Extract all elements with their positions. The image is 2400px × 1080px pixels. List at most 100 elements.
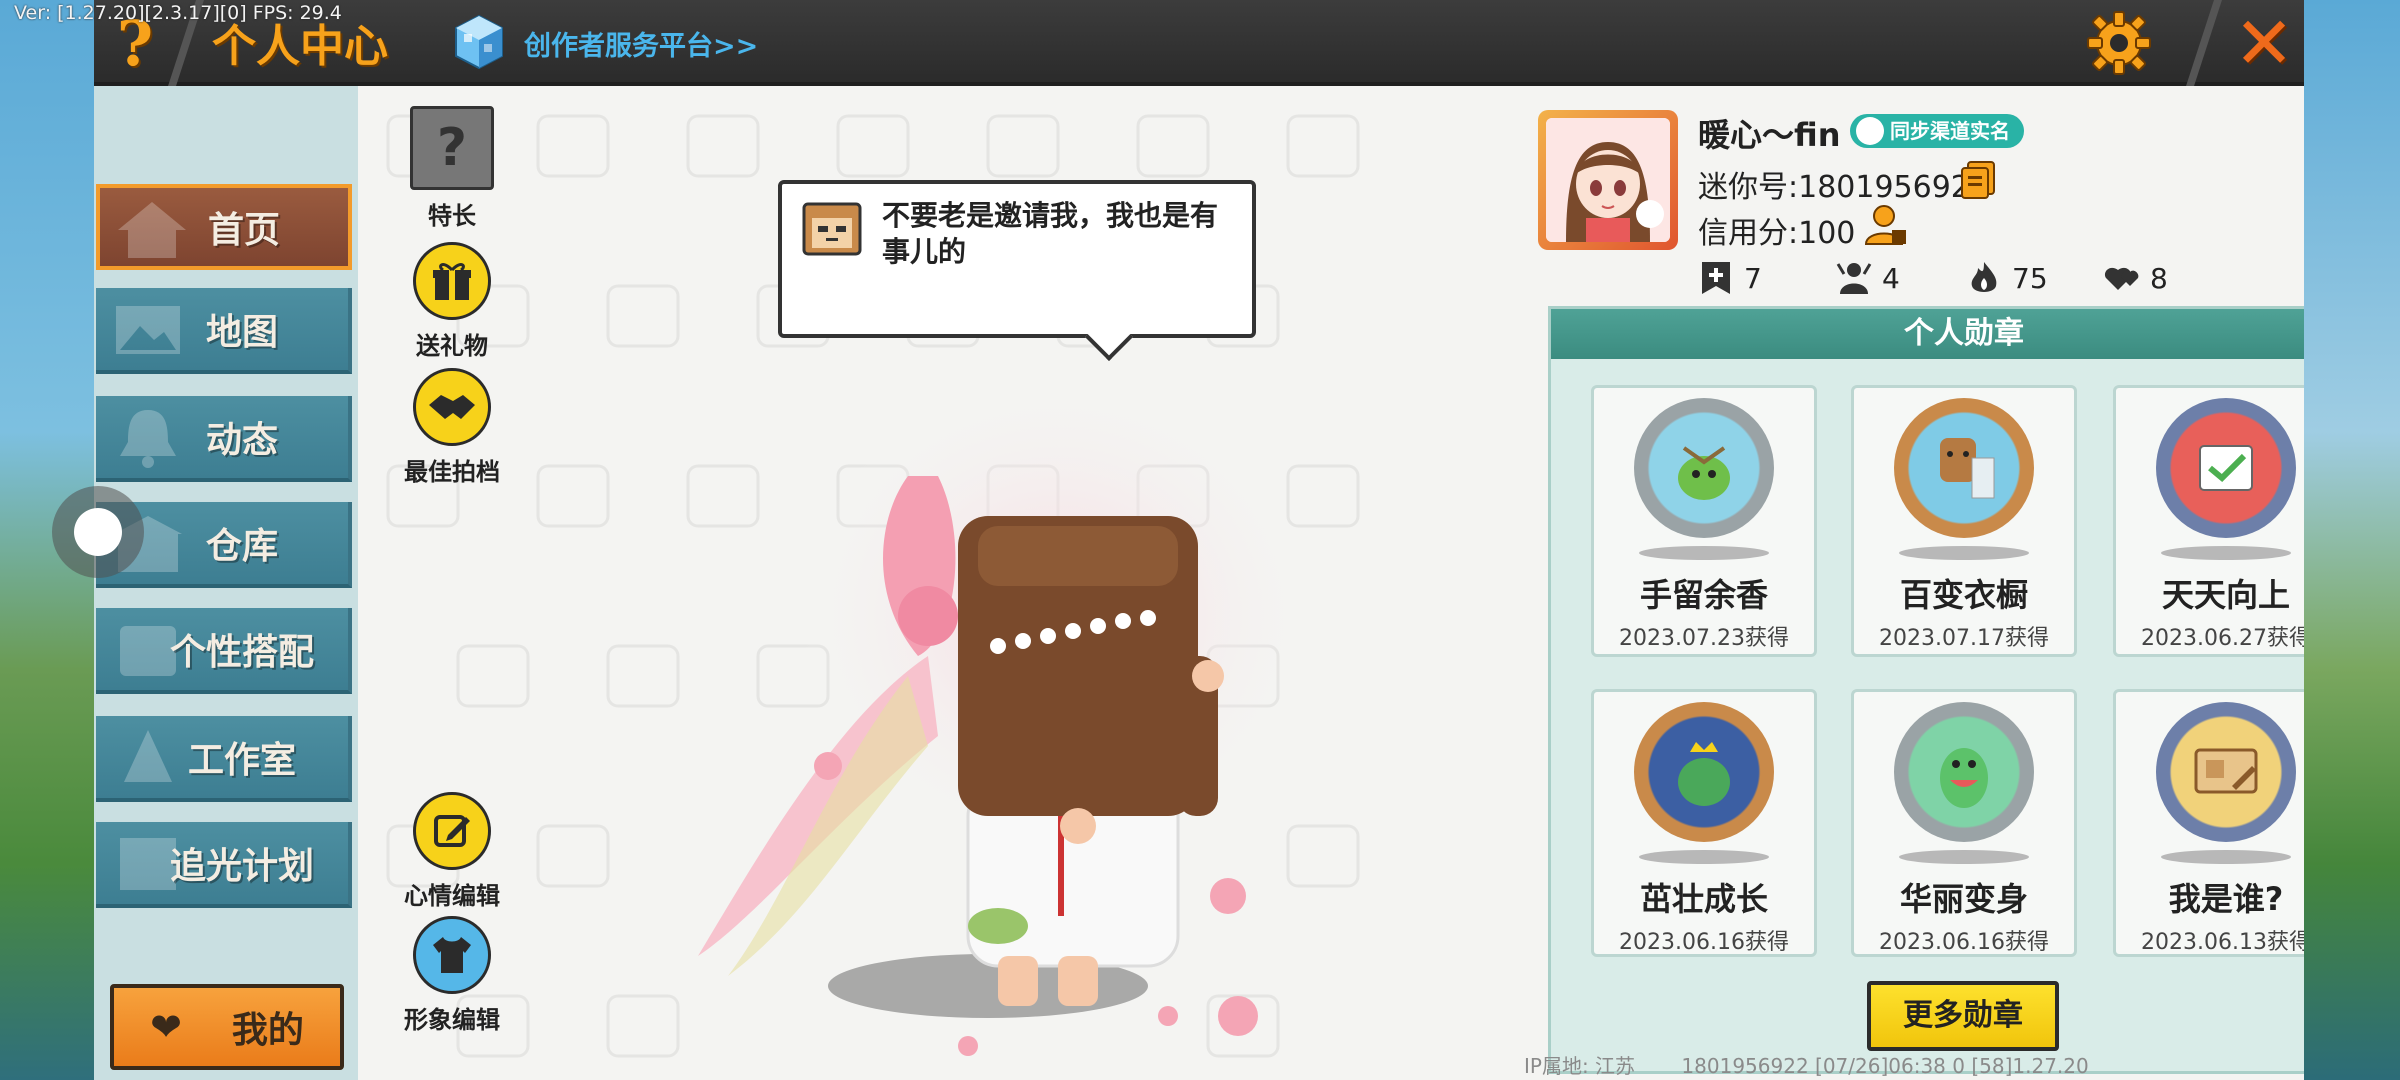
medal-shadow (1899, 850, 2029, 864)
nav-item-label: 追光计划 (169, 846, 314, 887)
nav-item-map[interactable]: 地图 (96, 288, 352, 374)
medal-name: 我是谁? (2168, 880, 2284, 918)
profile-card: 暖心～fin 同步渠道实名 迷你号:1801956922 信用分:100 7 4… (1538, 110, 2298, 310)
map-icon (116, 306, 180, 354)
version-fps-text: Ver: [1.27.20][2.3.17][0] FPS: 29.4 (14, 2, 342, 24)
medal-name: 手留余香 (1639, 576, 1768, 614)
stat-heat[interactable]: 75 (1966, 260, 2048, 296)
top-bar: ? 个人中心 创作者服务平台>> ✕ (94, 0, 2304, 86)
medal-shadow (2161, 850, 2291, 864)
nav-item-label: 地图 (205, 312, 278, 353)
more-medals-button[interactable]: 更多勋章 (1867, 981, 2059, 1051)
ip-location: IP属地: 江苏 (1524, 1054, 1636, 1078)
nav-item-label: 动态 (205, 420, 278, 461)
send-gift-button[interactable]: 送礼物 (402, 242, 502, 361)
medal-icon (1894, 702, 2034, 842)
flame-icon (1971, 262, 1997, 292)
medal-name: 华丽变身 (1899, 880, 2028, 918)
nav-item-label: 工作室 (187, 740, 296, 781)
medal-icon (2156, 398, 2296, 538)
medal-date: 2023.07.23获得 (1619, 626, 1789, 651)
edit-icon (413, 792, 491, 870)
medal-date: 2023.06.16获得 (1619, 930, 1789, 955)
character-face-icon (802, 202, 862, 256)
personal-center-panel: ? 个人中心 创作者服务平台>> ✕ 首页 地图 动态 仓库 个性搭配 工作室 … (94, 0, 2304, 1080)
medal-name: 百变衣橱 (1899, 576, 2028, 614)
medal-shadow (1899, 546, 2029, 560)
sync-realname-badge[interactable]: 同步渠道实名 (1850, 114, 2024, 148)
avatar[interactable] (1538, 110, 1678, 250)
stat-likes[interactable]: 8 (2104, 260, 2168, 296)
cube-icon (455, 14, 503, 70)
medal-card[interactable]: 我是谁? 2023.06.13获得 (2113, 689, 2304, 957)
stat-heat-value: 75 (2012, 261, 2048, 295)
credit-person-icon[interactable] (1864, 202, 1908, 246)
username: 暖心～fin (1698, 116, 1841, 154)
nav-item-chase-light[interactable]: 追光计划 (96, 822, 352, 908)
floating-joystick[interactable] (52, 486, 144, 578)
device-info: 1801956922 [07/26]06:38 0 [58]1.27.20 (1681, 1054, 2089, 1078)
gear-icon[interactable] (2084, 8, 2154, 78)
heart-icon: ❤ (150, 1005, 182, 1049)
medal-icon (1634, 702, 1774, 842)
joystick-knob[interactable] (74, 508, 122, 556)
gift-icon (413, 242, 491, 320)
avatar-edit-button[interactable]: 形象编辑 (402, 916, 502, 1035)
medal-shadow (1639, 546, 1769, 560)
mood-edit-button[interactable]: 心情编辑 (402, 792, 502, 911)
medal-icon (1894, 398, 2034, 538)
best-partner-button[interactable]: 最佳拍档 (402, 368, 502, 487)
home-icon (118, 202, 186, 258)
nav-item-label: 仓库 (205, 526, 278, 567)
footer-info: IP属地: 江苏 1801956922 [07/26]06:38 0 [58]1… (1524, 1050, 2089, 1079)
medal-icon (2156, 702, 2296, 842)
best-partner-label: 最佳拍档 (404, 458, 500, 486)
sync-badge-label: 同步渠道实名 (1890, 119, 2010, 143)
medal-card[interactable]: 天天向上 2023.06.27获得 (2113, 385, 2304, 657)
specialty-label: 特长 (428, 202, 476, 230)
handshake-icon (413, 368, 491, 446)
stat-plus-value: 7 (1744, 261, 1762, 295)
stat-fans-value: 4 (1882, 261, 1900, 295)
specialty-button[interactable]: ? 特长 (402, 106, 502, 231)
close-button[interactable]: ✕ (2224, 0, 2304, 86)
add-bookmark-icon (1702, 262, 1730, 294)
stat-likes-value: 8 (2150, 261, 2168, 295)
medal-name: 茁壮成长 (1639, 880, 1768, 918)
nav-item-home[interactable]: 首页 (96, 184, 352, 270)
medal-date: 2023.06.27获得 (2141, 626, 2304, 651)
person-icon (1856, 117, 1884, 145)
medal-shadow (1639, 850, 1769, 864)
close-icon: ✕ (2233, 1, 2295, 85)
side-nav: 首页 地图 动态 仓库 个性搭配 工作室 追光计划 (94, 86, 358, 1080)
medal-date: 2023.06.16获得 (1879, 930, 2049, 955)
medals-panel: 个人勋章 手留余香 2023.07.23获得 百变衣橱 2023.07.17获得 (1548, 306, 2304, 1074)
stat-fans[interactable]: 4 (1836, 260, 1900, 296)
hearts-icon (2104, 267, 2139, 290)
medal-name: 天天向上 (2161, 576, 2290, 614)
medal-card[interactable]: 华丽变身 2023.06.16获得 (1851, 689, 2077, 957)
medal-shadow (2161, 546, 2291, 560)
main-content: ? 特长 送礼物 最佳拍档 心情编辑 形象编辑 不要老是邀请我，我也是有事儿的 … (358, 86, 2304, 1080)
mine-label: 我的 (231, 1010, 304, 1051)
medals-header: 个人勋章 (1551, 309, 2304, 359)
medal-icon (1634, 398, 1774, 538)
medal-card[interactable]: 茁壮成长 2023.06.16获得 (1591, 689, 1817, 957)
player-character (698, 376, 1318, 1056)
creator-platform-link[interactable]: 创作者服务平台>> (524, 24, 758, 63)
mine-button[interactable]: ❤ 我的 (110, 984, 344, 1070)
stats-row: 7 4 75 8 (1698, 260, 2298, 300)
nav-item-label: 首页 (207, 210, 280, 251)
medal-date: 2023.07.17获得 (1879, 626, 2049, 651)
nav-item-outfit[interactable]: 个性搭配 (96, 608, 352, 694)
studio-icon (124, 730, 172, 782)
nav-item-feed[interactable]: 动态 (96, 396, 352, 482)
nav-item-studio[interactable]: 工作室 (96, 716, 352, 802)
medal-card[interactable]: 百变衣橱 2023.07.17获得 (1851, 385, 2077, 657)
mini-id: 迷你号:1801956922 (1698, 170, 1989, 205)
medal-card[interactable]: 手留余香 2023.07.23获得 (1591, 385, 1817, 657)
stat-plus[interactable]: 7 (1698, 260, 1762, 296)
copy-icon[interactable] (1958, 160, 1998, 200)
bell-icon (120, 410, 176, 468)
nav-item-label: 个性搭配 (169, 632, 314, 673)
